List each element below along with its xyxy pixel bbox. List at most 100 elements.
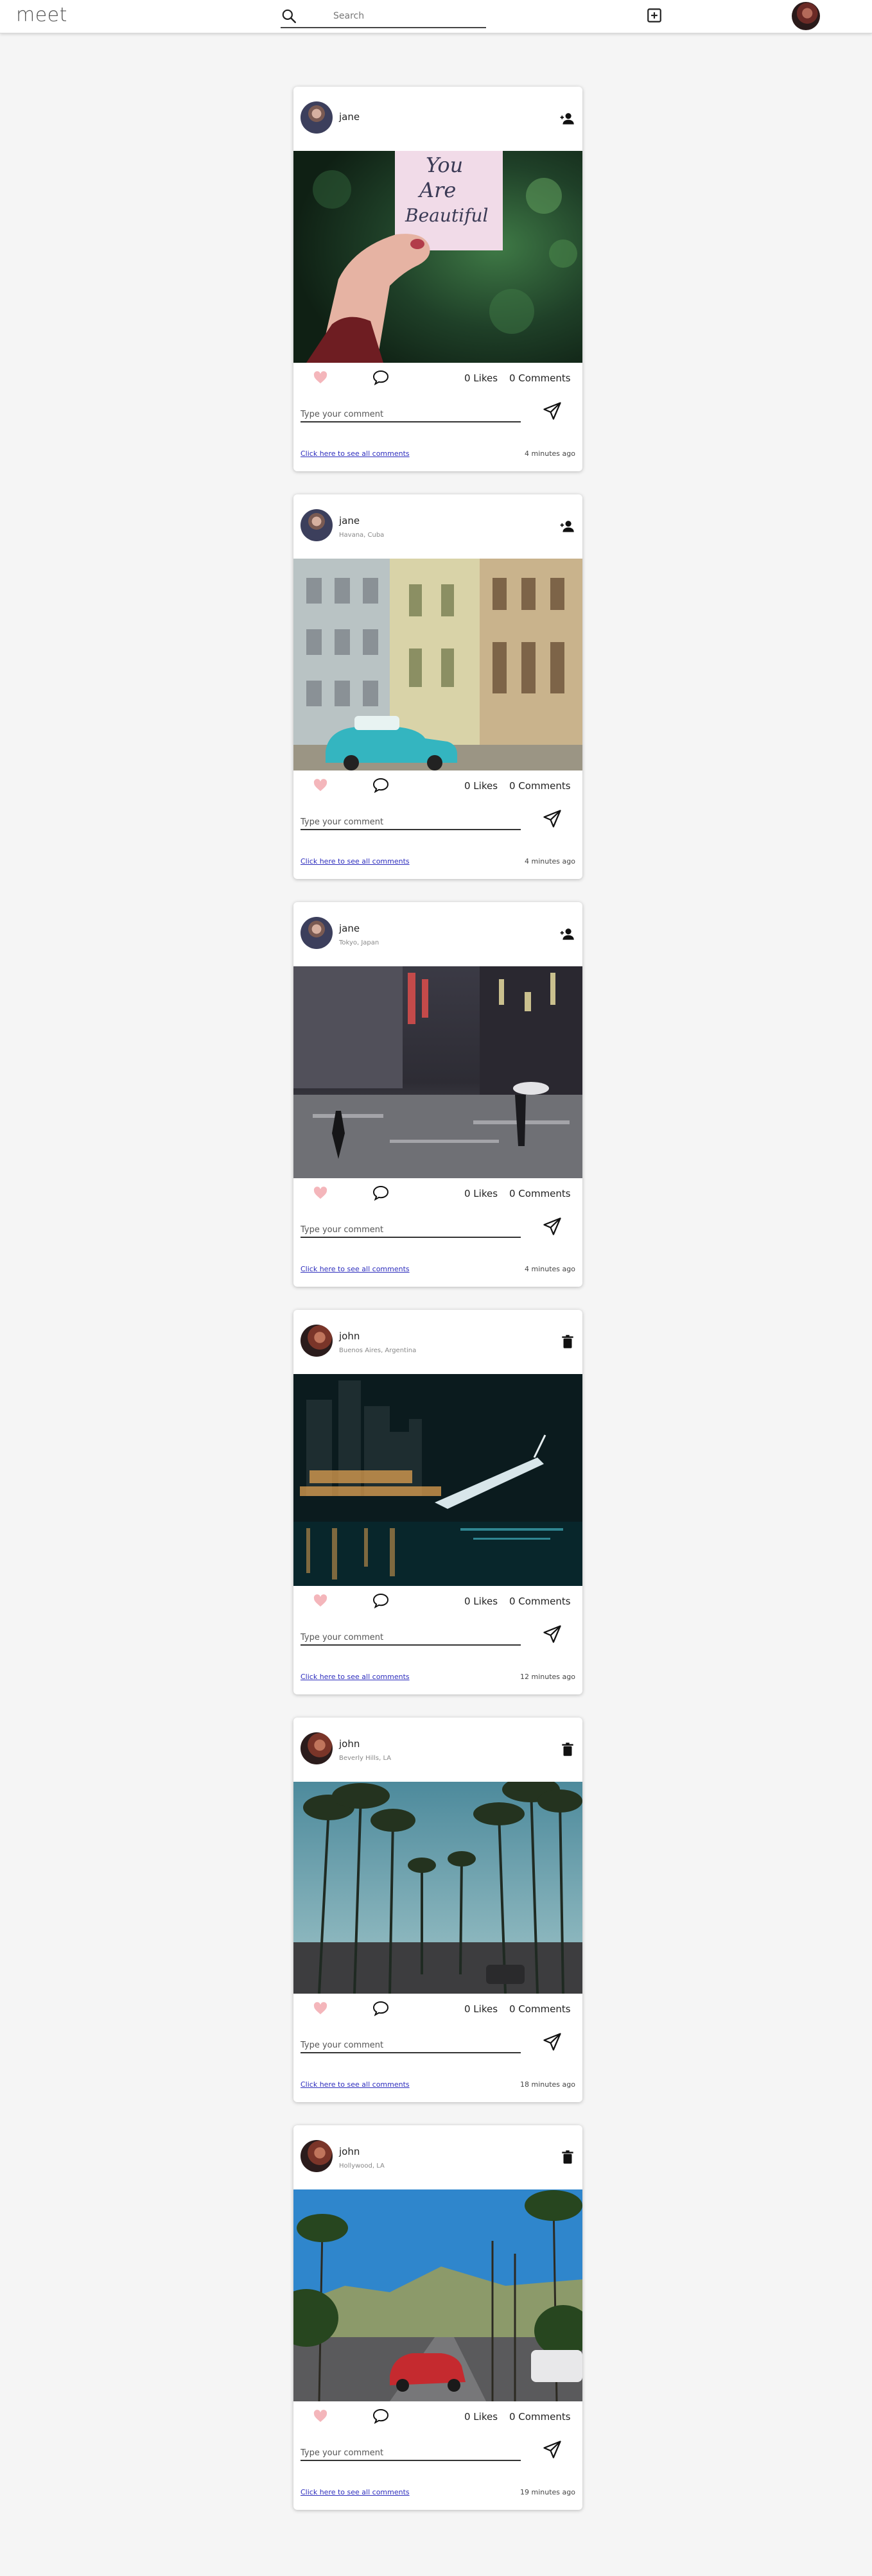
follow-icon[interactable]: [559, 110, 576, 127]
post-card: john Hollywood, LA 0 Likes 0 Comments Ty…: [293, 2125, 582, 2510]
post-actions: 0 Likes 0 Comments: [293, 363, 582, 394]
user-avatar[interactable]: [301, 917, 333, 949]
post-header: jane Havana, Cuba: [293, 494, 582, 559]
heart-icon[interactable]: [313, 1594, 327, 1607]
post-location: Buenos Aires, Argentina: [339, 1347, 417, 1354]
post-username[interactable]: john: [339, 1738, 360, 1750]
send-icon[interactable]: [543, 401, 562, 421]
send-icon[interactable]: [543, 2032, 562, 2051]
brand-logo[interactable]: meet: [16, 4, 67, 26]
send-icon[interactable]: [543, 809, 562, 828]
comment-bubble-icon[interactable]: [372, 2408, 389, 2424]
post-photo[interactable]: [293, 1782, 582, 1994]
top-navigation-bar: meet: [0, 0, 872, 33]
see-all-comments-link[interactable]: Click here to see all comments: [301, 2080, 410, 2089]
post-actions: 0 Likes 0 Comments: [293, 1178, 582, 1209]
comments-count: 0 Comments: [509, 780, 571, 792]
post-timestamp: 18 minutes ago: [520, 2080, 575, 2089]
comment-input[interactable]: [301, 1630, 521, 1646]
comments-count: 0 Comments: [509, 2411, 571, 2423]
post-card: jane Havana, Cuba 0 Likes 0 Comments Typ…: [293, 494, 582, 879]
post-card: jane Tokyo, Japan 0 Likes 0 Comments Typ…: [293, 902, 582, 1287]
heart-icon[interactable]: [313, 1187, 327, 1199]
comments-count: 0 Comments: [509, 1596, 571, 1607]
heart-icon[interactable]: [313, 779, 327, 792]
post-username[interactable]: john: [339, 1330, 360, 1342]
search-bar: [281, 6, 486, 28]
post-header: john Hollywood, LA: [293, 2125, 582, 2189]
sticky-note-line-2: Are: [417, 178, 456, 202]
likes-count: 0 Likes: [464, 1188, 498, 1199]
comments-count: 0 Comments: [509, 372, 571, 384]
comment-bubble-icon[interactable]: [372, 1593, 389, 1608]
comment-bubble-icon[interactable]: [372, 370, 389, 385]
user-avatar[interactable]: [301, 509, 333, 541]
post-location: Havana, Cuba: [339, 532, 385, 539]
search-input[interactable]: [333, 9, 481, 23]
likes-count: 0 Likes: [464, 1596, 498, 1607]
follow-icon[interactable]: [559, 518, 576, 535]
post-photo[interactable]: [293, 966, 582, 1178]
post-location: Tokyo, Japan: [339, 939, 379, 946]
post-actions: 0 Likes 0 Comments: [293, 770, 582, 801]
post-header: jane Tokyo, Japan: [293, 902, 582, 966]
search-icon[interactable]: [281, 8, 297, 24]
send-icon[interactable]: [543, 1624, 562, 1644]
post-timestamp: 4 minutes ago: [525, 449, 575, 458]
sticky-note-line-1: You: [426, 153, 463, 177]
see-all-comments-link[interactable]: Click here to see all comments: [301, 1673, 410, 1681]
post-username[interactable]: jane: [339, 111, 360, 123]
user-avatar[interactable]: [301, 101, 333, 134]
comment-input[interactable]: [301, 815, 521, 830]
post-timestamp: 19 minutes ago: [520, 2488, 575, 2496]
post-location: Beverly Hills, LA: [339, 1755, 392, 1762]
likes-count: 0 Likes: [464, 372, 498, 384]
add-post-icon[interactable]: [646, 7, 663, 24]
heart-icon[interactable]: [313, 2002, 327, 2015]
post-card: jane You Are Beautiful 0 Likes 0 Comment…: [293, 87, 582, 471]
post-timestamp: 4 minutes ago: [525, 1265, 575, 1273]
follow-icon[interactable]: [559, 926, 576, 943]
profile-avatar[interactable]: [792, 2, 820, 30]
comments-count: 0 Comments: [509, 1188, 571, 1199]
likes-count: 0 Likes: [464, 780, 498, 792]
trash-icon[interactable]: [559, 1334, 576, 1350]
sticky-note-line-3: Beautiful: [405, 205, 488, 226]
comment-bubble-icon[interactable]: [372, 2001, 389, 2016]
user-avatar[interactable]: [301, 1732, 333, 1764]
post-username[interactable]: jane: [339, 515, 360, 527]
post-header: jane: [293, 87, 582, 151]
see-all-comments-link[interactable]: Click here to see all comments: [301, 857, 410, 866]
comment-input[interactable]: [301, 1223, 521, 1238]
trash-icon[interactable]: [559, 2149, 576, 2166]
post-photo[interactable]: [293, 2189, 582, 2401]
comment-bubble-icon[interactable]: [372, 778, 389, 793]
post-actions: 0 Likes 0 Comments: [293, 1994, 582, 2024]
trash-icon[interactable]: [559, 1741, 576, 1758]
see-all-comments-link[interactable]: Click here to see all comments: [301, 2488, 410, 2496]
likes-count: 0 Likes: [464, 2411, 498, 2423]
post-actions: 0 Likes 0 Comments: [293, 1586, 582, 1617]
comment-input[interactable]: [301, 407, 521, 422]
heart-icon[interactable]: [313, 371, 327, 384]
see-all-comments-link[interactable]: Click here to see all comments: [301, 449, 410, 458]
comment-input[interactable]: [301, 2038, 521, 2053]
post-photo[interactable]: You Are Beautiful: [293, 151, 582, 363]
comment-input[interactable]: [301, 2446, 521, 2461]
see-all-comments-link[interactable]: Click here to see all comments: [301, 1265, 410, 1273]
post-photo[interactable]: [293, 1374, 582, 1586]
post-header: john Buenos Aires, Argentina: [293, 1310, 582, 1374]
user-avatar[interactable]: [301, 1325, 333, 1357]
likes-count: 0 Likes: [464, 2003, 498, 2015]
comment-bubble-icon[interactable]: [372, 1185, 389, 1201]
post-username[interactable]: john: [339, 2146, 360, 2157]
send-icon[interactable]: [543, 1217, 562, 1236]
comments-count: 0 Comments: [509, 2003, 571, 2015]
send-icon[interactable]: [543, 2440, 562, 2459]
heart-icon[interactable]: [313, 2410, 327, 2423]
post-username[interactable]: jane: [339, 923, 360, 934]
post-card: john Buenos Aires, Argentina 0 Likes 0 C…: [293, 1310, 582, 1694]
post-timestamp: 4 minutes ago: [525, 857, 575, 866]
post-photo[interactable]: [293, 559, 582, 770]
user-avatar[interactable]: [301, 2140, 333, 2172]
